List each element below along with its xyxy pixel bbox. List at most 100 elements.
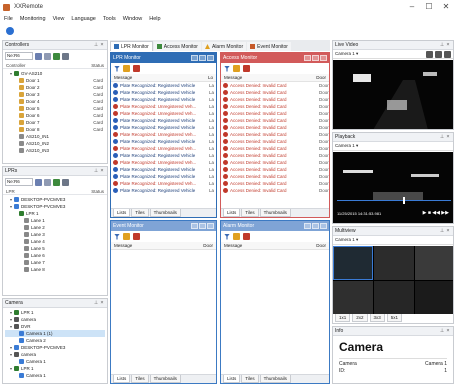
minimize-icon[interactable] [191,55,198,61]
column-message[interactable]: Message [114,75,132,80]
tab-thumbnails[interactable]: Thumbnails [149,375,181,383]
menu-tools[interactable]: Tools [103,16,116,22]
tab-thumbnails[interactable]: Thumbnails [259,375,291,383]
tree-item[interactable]: ▾ DESKTOP-PVCMVE3 [5,203,105,210]
event-row[interactable]: Access Denied: Invalid Card Door [221,152,329,159]
multiview-cell[interactable] [374,280,414,314]
tree-item[interactable]: AS210_IN1 [5,133,105,140]
tree-item[interactable]: ▾ DVR [5,323,105,330]
menu-view[interactable]: View [53,16,65,22]
event-row[interactable]: Plate Recognized: Unregistered Veh... La [111,131,216,138]
filter-icon[interactable] [114,233,120,240]
maximize-icon[interactable] [199,223,206,229]
tab-event-monitor[interactable]: Event Monitor [247,42,291,51]
tree-item[interactable]: Lane 1 [5,217,105,224]
fullscreen-icon[interactable] [444,50,451,58]
live-video-feed[interactable] [333,60,453,129]
column-door[interactable]: Door [203,243,213,248]
event-row[interactable]: Access Denied: Invalid Card Door [221,96,329,103]
close-icon[interactable]: × [99,42,105,48]
lprs-search-input[interactable]: Ne:R6 [5,178,33,186]
column-message[interactable]: Message [224,75,242,80]
event-row[interactable]: Plate Recognized: Registered Vehicle La [111,187,216,194]
column-door[interactable]: Door [316,243,326,248]
minimize-icon[interactable] [304,55,311,61]
close-icon[interactable]: × [445,228,451,234]
multiview-cell[interactable] [333,246,373,280]
zoom-icon[interactable] [435,50,442,58]
column-lpr[interactable]: LPR [6,189,15,194]
event-row[interactable]: Access Denied: Invalid Card Door [221,138,329,145]
event-row[interactable]: Plate Recognized: Unregistered Veh... La [111,159,216,166]
tree-item[interactable]: Camera 2 [5,337,105,344]
tree-item[interactable]: Lane 5 [5,245,105,252]
tab-thumbnails[interactable]: Thumbnails [149,209,181,217]
multiview-cell[interactable] [415,246,453,280]
tree-item[interactable]: Door 5 Card [5,105,105,112]
close-icon[interactable] [320,55,327,61]
clear-icon[interactable] [133,233,140,240]
layout-5x1[interactable]: 5x1 [386,314,403,322]
tree-item[interactable]: ▾ DESKTOP-PVCMVE3 [5,344,105,351]
tree-item[interactable]: Door 2 Card [5,84,105,91]
menu-language[interactable]: Language [71,16,95,22]
tree-item[interactable]: ▾ camera [5,316,105,323]
tab-lists[interactable]: Lists [223,375,241,383]
tree-item[interactable]: Door 7 Card [5,119,105,126]
event-row[interactable]: Plate Recognized: Registered Vehicle La [111,152,216,159]
tab-access-monitor[interactable]: Access Monitor [153,42,201,51]
tree-item[interactable]: Door 4 Card [5,98,105,105]
event-row[interactable]: Access Denied: Invalid Card Door [221,187,329,194]
event-row[interactable]: Access Denied: Invalid Card Door [221,124,329,131]
close-icon[interactable]: × [445,42,451,48]
maximize-button[interactable]: ☐ [423,2,435,11]
tree-item[interactable]: Door 3 Card [5,91,105,98]
menu-window[interactable]: Window [123,16,143,22]
lock-icon[interactable] [123,65,130,72]
tree-item[interactable]: Lane 2 [5,224,105,231]
event-row[interactable]: Plate Recognized: Registered Vehicle La [111,138,216,145]
grid-icon[interactable] [53,178,60,186]
close-button[interactable]: ✕ [440,2,452,11]
tree-item[interactable]: Lane 8 [5,266,105,273]
controllers-search-input[interactable]: Ne:R6 [5,52,33,60]
tab-lists[interactable]: Lists [113,375,131,383]
tree-item[interactable]: Lane 3 [5,231,105,238]
edit-icon[interactable] [44,52,51,60]
event-row[interactable]: Plate Recognized: Registered Vehicle La [111,89,216,96]
event-row[interactable]: Access Denied: Invalid Card Door [221,110,329,117]
tab-tiles[interactable]: Tiles [241,209,259,217]
column-message[interactable]: Message [114,243,132,248]
tab-tiles[interactable]: Tiles [131,375,149,383]
multiview-cell[interactable] [415,280,453,314]
tree-item[interactable]: AS210_IN3 [5,147,105,154]
tree-item[interactable]: Door 6 Card [5,112,105,119]
multiview-cell[interactable] [333,280,373,314]
event-row[interactable]: Access Denied: Invalid Card Door [221,159,329,166]
lock-icon[interactable] [123,233,130,240]
minimize-icon[interactable] [191,223,198,229]
tree-item[interactable]: ▾ LPR 1 [5,365,105,372]
edit-icon[interactable] [44,178,51,186]
tree-item[interactable]: Camera 1 (1) [5,330,105,337]
column-status[interactable]: Status [91,189,104,194]
event-row[interactable]: Plate Recognized: Registered Vehicle La [111,82,216,89]
minimize-icon[interactable] [304,223,311,229]
event-row[interactable]: Access Denied: Invalid Card Door [221,173,329,180]
filter-icon[interactable] [114,65,120,72]
event-row[interactable]: Access Denied: Invalid Card Door [221,117,329,124]
multiview-cell[interactable] [374,246,414,280]
close-icon[interactable]: × [445,328,451,334]
lock-icon[interactable] [233,65,240,72]
menu-file[interactable]: File [4,16,13,22]
minimize-button[interactable]: – [406,2,418,11]
grid-icon[interactable] [53,52,60,60]
close-icon[interactable]: × [445,134,451,140]
event-row[interactable]: Access Denied: Invalid Card Door [221,82,329,89]
event-row[interactable]: Plate Recognized: Registered Vehicle La [111,124,216,131]
event-row[interactable]: Plate Recognized: Unregistered Veh... La [111,180,216,187]
maximize-icon[interactable] [199,55,206,61]
tree-item[interactable]: ▾ DESKTOP-PVCMVE3 [5,196,105,203]
filter-icon[interactable] [224,65,230,72]
tree-item[interactable]: Lane 7 [5,259,105,266]
